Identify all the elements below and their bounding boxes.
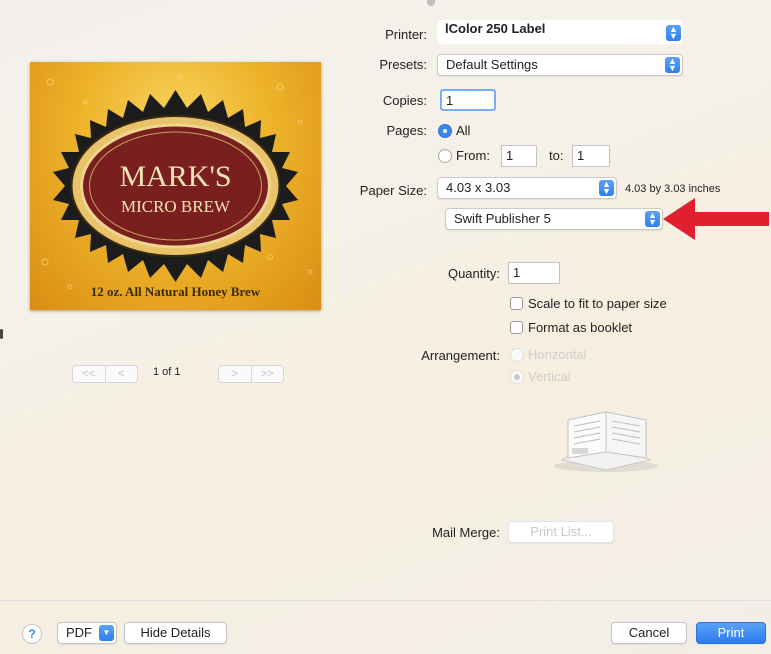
paper-size-popup[interactable]: 4.03 x 3.03 ▲ ▼ [437, 177, 617, 199]
up-down-chevron-icon: ▲ ▼ [666, 25, 681, 41]
printer-label: Printer: [385, 27, 427, 42]
horizontal-label: Horizontal [528, 347, 587, 362]
quantity-label: Quantity: [447, 266, 500, 281]
booklet-preview-icon [554, 411, 658, 472]
copies-label: Copies: [382, 93, 427, 108]
paper-size-label: Paper Size: [359, 183, 427, 198]
page-indicator: 1 of 1 [153, 366, 181, 378]
next-last-nav[interactable]: > >> [218, 365, 284, 383]
footer-divider [0, 600, 771, 601]
cancel-button[interactable]: Cancel [611, 622, 687, 644]
printer-value: lColor 250 Label [445, 21, 546, 36]
left-edge-marker [0, 329, 3, 339]
scale-to-fit-label: Scale to fit to paper size [528, 296, 667, 311]
arrangement-label: Arrangement: [421, 348, 500, 363]
help-button[interactable]: ? [22, 624, 42, 644]
hide-details-button[interactable]: Hide Details [124, 622, 227, 644]
label-preview: MARK'S MICRO BREW 12 oz. All Natural Hon… [30, 62, 321, 310]
first-page-button[interactable]: << [73, 366, 105, 382]
vertical-radio[interactable] [510, 370, 524, 384]
print-list-button[interactable]: Print List... [508, 521, 614, 543]
scale-to-fit-checkbox[interactable] [510, 297, 523, 310]
presets-popup[interactable]: Default Settings ▲ ▼ [437, 54, 683, 76]
pages-to-label: to: [549, 148, 564, 163]
pages-from-radio[interactable] [438, 149, 452, 163]
first-prev-nav[interactable]: << < [72, 365, 138, 383]
prev-page-button[interactable]: < [104, 366, 138, 382]
app-settings-popup[interactable]: Swift Publisher 5 ▲ ▼ [445, 208, 663, 230]
pdf-button[interactable]: PDF ▼ [57, 622, 117, 644]
partial-top-control [427, 0, 435, 6]
vertical-label: Vertical [528, 369, 571, 384]
horizontal-radio[interactable] [510, 348, 524, 362]
label-footer: 12 oz. All Natural Honey Brew [91, 284, 261, 299]
pages-all-radio[interactable] [438, 124, 452, 138]
copies-field[interactable]: 1 [440, 89, 496, 111]
paper-size-value: 4.03 x 3.03 [446, 180, 511, 195]
quantity-field[interactable]: 1 [508, 262, 560, 284]
red-arrow-icon [663, 198, 769, 240]
label-subtitle: MICRO BREW [121, 197, 231, 216]
pages-from-label: From: [456, 148, 490, 163]
next-page-button[interactable]: > [219, 366, 251, 382]
pages-label: Pages: [386, 123, 427, 138]
chevron-down-icon: ▼ [99, 625, 114, 641]
app-settings-value: Swift Publisher 5 [454, 211, 551, 226]
last-page-button[interactable]: >> [250, 366, 284, 382]
pages-to-field[interactable]: 1 [572, 145, 610, 167]
up-down-chevron-icon: ▲ ▼ [645, 211, 660, 227]
presets-label: Presets: [379, 57, 427, 72]
format-booklet-label: Format as booklet [528, 320, 633, 335]
up-down-chevron-icon: ▲ ▼ [665, 57, 680, 73]
printer-popup[interactable]: lColor 250 Label ▲ ▼ [437, 20, 683, 44]
help-icon: ? [28, 627, 36, 641]
pdf-label: PDF [66, 625, 92, 640]
format-booklet-checkbox[interactable] [510, 321, 523, 334]
pages-all-label: All [456, 123, 471, 138]
label-title: MARK'S [119, 160, 231, 193]
print-button[interactable]: Print [696, 622, 766, 644]
label-artwork: MARK'S MICRO BREW 12 oz. All Natural Hon… [41, 74, 313, 299]
mail-merge-label: Mail Merge: [432, 525, 500, 540]
pages-from-field[interactable]: 1 [501, 145, 537, 167]
up-down-chevron-icon: ▲ ▼ [599, 180, 614, 196]
paper-size-description: 4.03 by 3.03 inches [625, 183, 721, 195]
presets-value: Default Settings [446, 57, 538, 72]
